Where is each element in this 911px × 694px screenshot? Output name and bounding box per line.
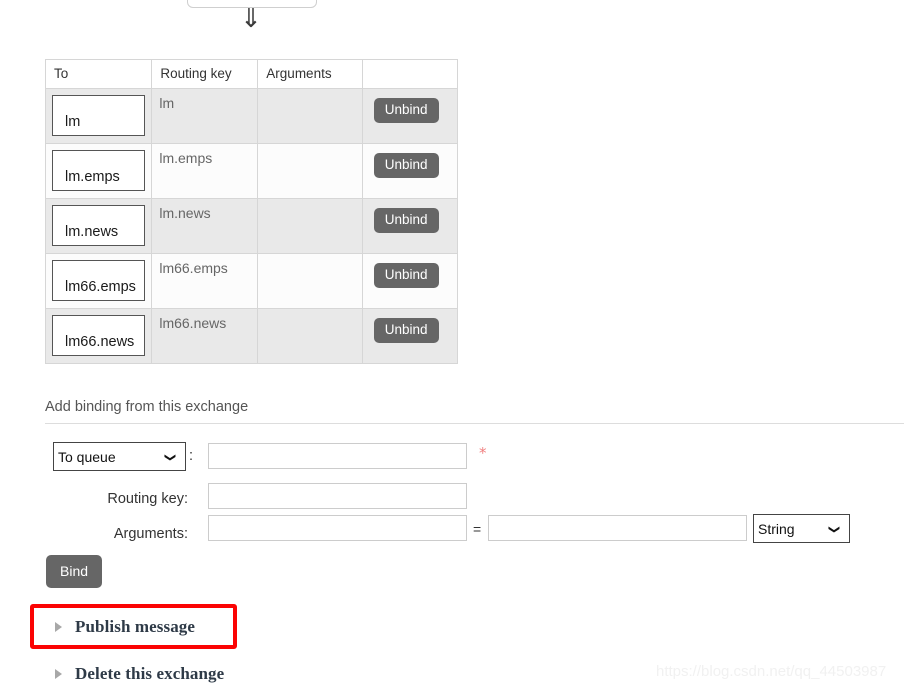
routing-key-value: lm.news [159,205,211,221]
cell-routing-key: lm.news [151,198,259,254]
cell-action: Unbind [361,88,459,144]
cell-routing-key: lm [151,88,259,144]
cell-action: Unbind [361,143,459,199]
binding-destination-type-select[interactable]: To queue To exchange [53,442,186,471]
cell-arguments [257,308,363,364]
unbind-button[interactable]: Unbind [373,318,439,343]
queue-link[interactable]: lm66.emps [52,260,146,301]
arguments-value [258,199,361,253]
arguments-value [258,309,361,363]
triangle-right-icon [55,669,62,679]
table-row: lm.news lm.news Unbind [44,198,459,254]
queue-link-label: lm.emps [65,169,120,185]
column-header-action [361,59,459,89]
destination-colon: : [189,448,194,464]
bindings-table-head: To Routing key Arguments [44,59,459,89]
column-header-to: To [44,59,153,89]
bindings-table-header-row: To Routing key Arguments [44,59,459,89]
cell-action: Unbind [361,198,459,254]
column-header-routing-key: Routing key [151,59,259,89]
cell-to: lm [44,88,153,144]
cell-to: lm66.emps [44,253,153,309]
queue-link-label: lm66.news [65,334,135,350]
cell-arguments [257,198,363,254]
cell-arguments [257,88,363,144]
publish-message-section-toggle[interactable]: Publish message [55,617,195,637]
required-asterisk: * [479,444,487,462]
routing-key-value: lm.emps [159,150,213,166]
delete-exchange-label: Delete this exchange [75,664,225,683]
cell-routing-key: lm66.news [151,308,259,364]
unbind-button[interactable]: Unbind [373,263,439,288]
argument-type-select[interactable]: String Number Boolean List [753,514,850,543]
cell-arguments [257,143,363,199]
table-row: lm66.emps lm66.emps Unbind [44,253,459,309]
binding-destination-input[interactable] [208,443,467,469]
column-header-arguments: Arguments [257,59,363,89]
arguments-label: Arguments: [113,526,188,542]
routing-key-input[interactable] [208,483,467,509]
watermark: https://blog.csdn.net/qq_44503987 [656,663,887,680]
queue-link[interactable]: lm.news [52,205,146,246]
cell-to: lm.news [44,198,153,254]
cell-to: lm.emps [44,143,153,199]
cell-action: Unbind [361,253,459,309]
table-row: lm.emps lm.emps Unbind [44,143,459,199]
cell-routing-key: lm66.emps [151,253,259,309]
table-row: lm66.news lm66.news Unbind [44,308,459,364]
table-row: lm lm Unbind [44,88,459,144]
bindings-table-body: lm lm Unbind lm.emps lm.emps Unbind lm.n… [44,88,459,364]
down-arrow-icon: ⇓ [240,4,262,34]
queue-link[interactable]: lm66.news [52,315,146,356]
cell-action: Unbind [361,308,459,364]
add-binding-heading: Add binding from this exchange [45,399,249,415]
arguments-value-input[interactable] [488,515,747,541]
routing-key-value: lm66.news [159,315,227,331]
arguments-value [258,89,361,143]
queue-link-label: lm.news [65,224,119,240]
bindings-table: To Routing key Arguments lm lm Unbind lm… [44,59,459,364]
unbind-button[interactable]: Unbind [373,153,439,178]
section-divider [45,423,904,424]
unbind-button[interactable]: Unbind [373,98,439,123]
unbind-button[interactable]: Unbind [373,208,439,233]
triangle-right-icon [55,622,62,632]
arguments-value [258,144,361,198]
cell-arguments [257,253,363,309]
queue-link-label: lm [65,114,81,130]
publish-message-label: Publish message [75,617,196,636]
routing-key-value: lm66.emps [159,260,228,276]
cell-to: lm66.news [44,308,153,364]
arguments-value [258,254,361,308]
delete-exchange-section-toggle[interactable]: Delete this exchange [55,664,224,684]
queue-link[interactable]: lm [52,95,146,136]
cell-routing-key: lm.emps [151,143,259,199]
queue-link-label: lm66.emps [65,279,136,295]
bind-button[interactable]: Bind [46,555,103,588]
equals-sign: = [473,521,482,537]
routing-key-value: lm [159,95,175,111]
queue-link[interactable]: lm.emps [52,150,146,191]
arguments-key-input[interactable] [208,515,467,541]
routing-key-label: Routing key: [107,491,188,507]
